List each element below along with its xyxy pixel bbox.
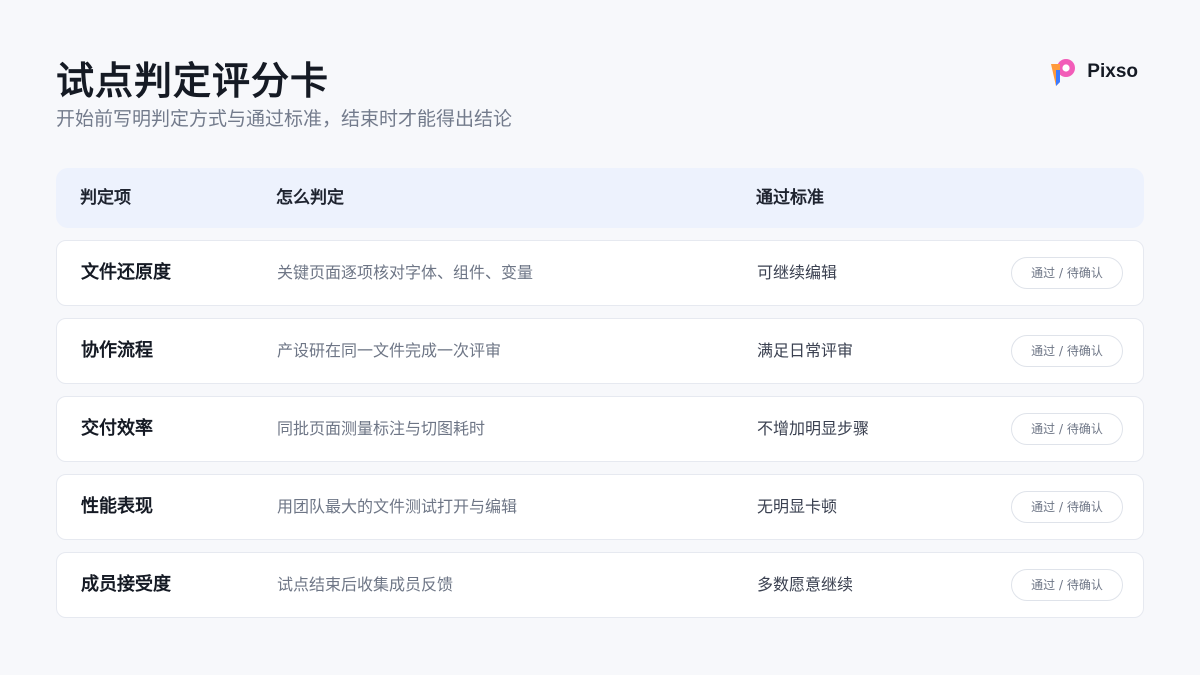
table-row: 成员接受度 试点结束后收集成员反馈 多数愿意继续 通过 / 待确认 <box>56 552 1144 618</box>
page-title: 试点判定评分卡 <box>56 59 330 103</box>
page-subtitle: 开始前写明判定方式与通过标准，结束时才能得出结论 <box>56 108 513 130</box>
row-item: 交付效率 <box>81 418 153 439</box>
row-item: 文件还原度 <box>81 262 171 283</box>
row-method: 试点结束后收集成员反馈 <box>277 575 454 594</box>
column-header-method: 怎么判定 <box>276 188 344 208</box>
table-row: 文件还原度 关键页面逐项核对字体、组件、变量 可继续编辑 通过 / 待确认 <box>56 240 1144 306</box>
row-method: 用团队最大的文件测试打开与编辑 <box>277 497 518 516</box>
table-row: 交付效率 同批页面测量标注与切图耗时 不增加明显步骤 通过 / 待确认 <box>56 396 1144 462</box>
row-item: 成员接受度 <box>81 574 171 595</box>
slide-page: 试点判定评分卡 开始前写明判定方式与通过标准，结束时才能得出结论 Pixso 判… <box>0 0 1200 675</box>
row-method: 同批页面测量标注与切图耗时 <box>277 419 486 438</box>
column-header-item: 判定项 <box>80 188 131 208</box>
row-criteria: 可继续编辑 <box>757 263 838 282</box>
table-header: 判定项 怎么判定 通过标准 <box>56 168 1144 228</box>
column-header-criteria: 通过标准 <box>756 188 824 208</box>
status-pill-button[interactable]: 通过 / 待确认 <box>1011 491 1123 523</box>
brand-logo: Pixso <box>1047 56 1138 88</box>
row-criteria: 满足日常评审 <box>757 341 854 360</box>
row-criteria: 无明显卡顿 <box>757 497 838 516</box>
brand-name: Pixso <box>1087 61 1138 82</box>
row-criteria: 多数愿意继续 <box>757 575 854 594</box>
scorecard-table: 判定项 怎么判定 通过标准 文件还原度 关键页面逐项核对字体、组件、变量 可继续… <box>56 168 1144 618</box>
row-method: 产设研在同一文件完成一次评审 <box>277 341 502 360</box>
row-method: 关键页面逐项核对字体、组件、变量 <box>277 263 534 282</box>
row-criteria: 不增加明显步骤 <box>757 419 870 438</box>
table-row: 协作流程 产设研在同一文件完成一次评审 满足日常评审 通过 / 待确认 <box>56 318 1144 384</box>
status-pill-button[interactable]: 通过 / 待确认 <box>1011 569 1123 601</box>
status-pill-button[interactable]: 通过 / 待确认 <box>1011 335 1123 367</box>
row-item: 性能表现 <box>81 496 153 517</box>
table-row: 性能表现 用团队最大的文件测试打开与编辑 无明显卡顿 通过 / 待确认 <box>56 474 1144 540</box>
row-item: 协作流程 <box>81 340 153 361</box>
status-pill-button[interactable]: 通过 / 待确认 <box>1011 413 1123 445</box>
status-pill-button[interactable]: 通过 / 待确认 <box>1011 257 1123 289</box>
pixso-logo-icon <box>1051 59 1076 86</box>
